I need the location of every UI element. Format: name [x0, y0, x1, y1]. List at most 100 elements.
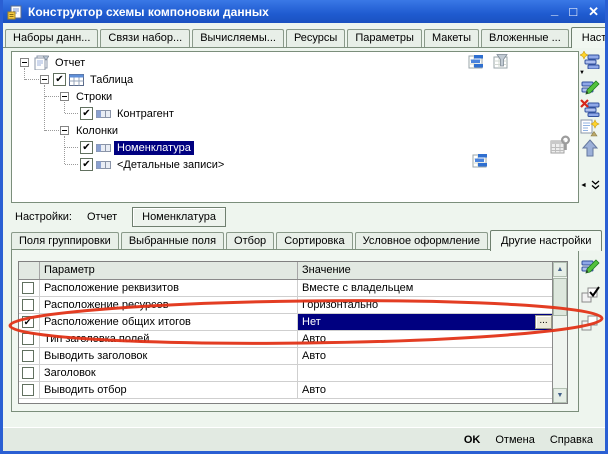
tree-label-selected[interactable]: Номенклатура	[114, 141, 194, 155]
table-row[interactable]: Выводить отбор Авто	[19, 382, 567, 399]
collapse-all-icon[interactable]	[591, 180, 600, 190]
tree-row-detail-records[interactable]: ✔ <Детальные записи>	[12, 156, 578, 173]
value-cell[interactable]: Авто	[298, 348, 552, 364]
table-row[interactable]: Тип заголовка полей Авто	[19, 331, 567, 348]
tab-grouping-fields[interactable]: Поля группировки	[11, 232, 119, 250]
maximize-button[interactable]: □	[569, 5, 577, 18]
tree-label[interactable]: Строки	[73, 90, 115, 104]
tree-row-nomenclature[interactable]: ✔ Номенклатура	[12, 139, 578, 156]
table-row[interactable]: Заголовок	[19, 365, 567, 382]
tree-label[interactable]: Колонки	[73, 124, 121, 138]
tree-label[interactable]: Таблица	[87, 73, 136, 87]
settings-bar: Настройки: Отчет Номенклатура	[15, 206, 226, 227]
tree-checkbox[interactable]: ✔	[80, 107, 93, 120]
param-cell[interactable]: Тип заголовка полей	[40, 331, 298, 347]
tree-row-table[interactable]: ✔ Таблица	[12, 71, 578, 88]
tree-label[interactable]: <Детальные записи>	[114, 158, 227, 172]
uncheck-all-button[interactable]	[579, 313, 601, 333]
param-cell[interactable]: Расположение общих итогов	[40, 314, 298, 330]
tab-selected-fields[interactable]: Выбранные поля	[121, 232, 224, 250]
tab-parameters[interactable]: Параметры	[347, 29, 422, 47]
tab-other-settings[interactable]: Другие настройки	[490, 230, 602, 251]
param-cell[interactable]: Расположение ресурсов	[40, 297, 298, 313]
scrollbar-thumb[interactable]	[553, 278, 567, 316]
collapse-left-icon[interactable]: ◄	[580, 182, 587, 189]
expander-icon[interactable]	[60, 126, 69, 135]
value-cell[interactable]: Вместе с владельцем	[298, 280, 552, 296]
table-row[interactable]: Расположение реквизитов Вместе с владель…	[19, 280, 567, 297]
tab-sorting[interactable]: Сортировка	[276, 232, 352, 250]
table-row[interactable]: Выводить заголовок Авто	[19, 348, 567, 365]
report-icon	[33, 55, 49, 70]
tree-label[interactable]: Контрагент	[114, 107, 177, 121]
tab-data-set-links[interactable]: Связи набор...	[100, 29, 190, 47]
row-checkbox[interactable]	[22, 384, 34, 396]
param-cell[interactable]: Заголовок	[40, 365, 298, 381]
param-cell[interactable]: Выводить заголовок	[40, 348, 298, 364]
ok-button[interactable]: OK	[464, 434, 481, 446]
scroll-down-icon[interactable]: ▼	[553, 388, 567, 403]
row-checkbox[interactable]	[22, 282, 34, 294]
tab-templates[interactable]: Макеты	[424, 29, 479, 47]
app-icon	[7, 4, 23, 20]
param-cell[interactable]: Выводить отбор	[40, 382, 298, 398]
vertical-scrollbar[interactable]: ▲ ▼	[552, 262, 567, 403]
tree-label[interactable]: Отчет	[52, 56, 88, 70]
row-checkbox[interactable]	[22, 299, 34, 311]
tree-row-contractor[interactable]: ✔ Контрагент	[12, 105, 578, 122]
table-header: Параметр Значение	[19, 262, 567, 280]
tab-calculated-fields[interactable]: Вычисляемы...	[192, 29, 284, 47]
row-checkbox[interactable]	[22, 333, 34, 345]
edit-button[interactable]	[579, 78, 601, 98]
cancel-button[interactable]: Отмена	[495, 434, 534, 446]
move-up-button[interactable]	[579, 138, 601, 158]
add-dropdown-icon[interactable]: ▼	[579, 70, 585, 78]
table-row[interactable]: Расположение ресурсов Горизонтально	[19, 297, 567, 314]
filter-indicator-icon	[493, 54, 510, 69]
expander-icon[interactable]	[20, 58, 29, 67]
param-cell[interactable]: Расположение реквизитов	[40, 280, 298, 296]
tab-nested-schemas[interactable]: Вложенные ...	[481, 29, 569, 47]
expander-icon[interactable]	[40, 75, 49, 84]
row-checkbox[interactable]	[22, 367, 34, 379]
tree-checkbox[interactable]: ✔	[53, 73, 66, 86]
value-cell[interactable]: Авто	[298, 331, 552, 347]
expander-icon[interactable]	[60, 92, 69, 101]
value-cell[interactable]	[298, 365, 552, 381]
tree-checkbox[interactable]: ✔	[80, 158, 93, 171]
scroll-up-icon[interactable]: ▲	[553, 262, 567, 277]
wizard-button[interactable]	[579, 118, 601, 138]
check-icon: ✔	[82, 109, 90, 119]
row-checkbox[interactable]	[22, 350, 34, 362]
settings-label: Настройки:	[15, 211, 72, 223]
tab-filter[interactable]: Отбор	[226, 232, 274, 250]
tree-connector	[45, 130, 59, 131]
table-row-selected[interactable]: ✔ Расположение общих итогов Нет ...	[19, 314, 567, 331]
value-cell[interactable]: Авто	[298, 382, 552, 398]
tree-checkbox[interactable]: ✔	[80, 141, 93, 154]
edit-value-button[interactable]	[579, 257, 601, 277]
footer-bar: OK Отмена Справка	[3, 427, 605, 451]
check-all-button[interactable]	[579, 285, 601, 305]
tree-connector	[45, 96, 59, 97]
row-checkbox[interactable]: ✔	[22, 316, 34, 328]
add-button[interactable]	[579, 50, 601, 70]
tree-connector	[64, 102, 65, 113]
tab-conditional-appearance[interactable]: Условное оформление	[355, 232, 488, 250]
close-button[interactable]: ✕	[588, 5, 599, 18]
selected-fields-indicator-icon	[472, 153, 489, 168]
tab-resources[interactable]: Ресурсы	[286, 29, 345, 47]
current-grouping-button[interactable]: Номенклатура	[132, 207, 226, 227]
help-button[interactable]: Справка	[550, 434, 593, 446]
delete-button[interactable]	[579, 98, 601, 118]
report-settings-button[interactable]: Отчет	[80, 207, 124, 227]
value-cell[interactable]: Горизонтально	[298, 297, 552, 313]
value-cell-selected[interactable]: Нет ...	[298, 314, 552, 330]
tree-row-rows-group[interactable]: Строки	[12, 88, 578, 105]
tab-settings[interactable]: Настройки	[571, 27, 608, 48]
settings-tab-strip: Поля группировки Выбранные поля Отбор Со…	[9, 228, 605, 250]
tab-data-sets[interactable]: Наборы данн...	[5, 29, 98, 47]
minimize-button[interactable]: _	[551, 3, 558, 16]
tree-row-columns-group[interactable]: Колонки	[12, 122, 578, 139]
open-editor-button[interactable]: ...	[535, 315, 552, 329]
